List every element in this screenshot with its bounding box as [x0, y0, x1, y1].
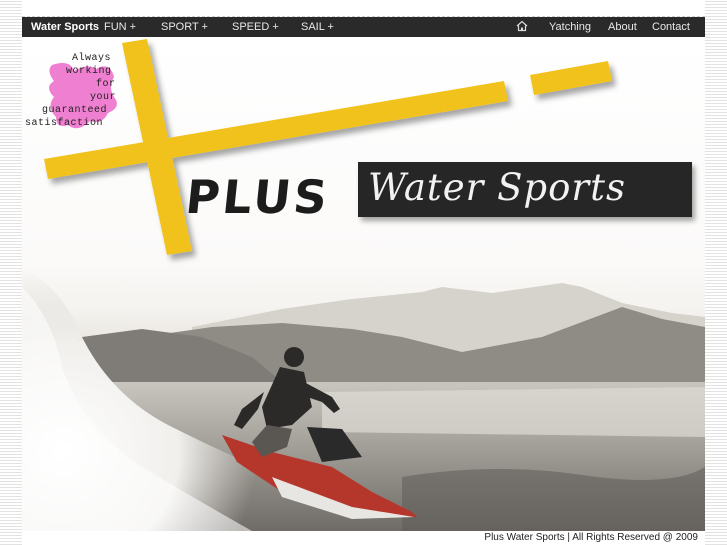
- nav-item-sail[interactable]: SAIL +: [301, 21, 334, 33]
- top-strip: [22, 0, 705, 17]
- tagline-line: satisfaction: [25, 118, 104, 129]
- nav-bar: Water Sports FUN + SPORT + SPEED + SAIL …: [22, 17, 705, 37]
- copyright-text: Plus Water Sports | All Rights Reserved …: [484, 532, 698, 543]
- footer: Plus Water Sports | All Rights Reserved …: [22, 531, 705, 545]
- logo-name-text: Water Sports: [368, 166, 626, 209]
- nav-item-sport[interactable]: SPORT +: [161, 21, 208, 33]
- nav-item-contact[interactable]: Contact: [652, 21, 690, 33]
- tagline-line: guaranteed: [42, 105, 108, 116]
- nav-item-about[interactable]: About: [608, 21, 637, 33]
- nav-item-fun[interactable]: FUN +: [104, 21, 136, 33]
- tagline-line: working: [66, 66, 112, 77]
- nav-item-speed[interactable]: SPEED +: [232, 21, 279, 33]
- logo-plus-text: PLUS: [183, 170, 333, 224]
- plus-logo-bars: [44, 39, 612, 255]
- nav-item-yatching[interactable]: Yatching: [549, 21, 591, 33]
- tagline-line: Always: [72, 53, 112, 64]
- page: Water Sports FUN + SPORT + SPEED + SAIL …: [22, 0, 705, 545]
- tagline-line: for: [96, 79, 116, 90]
- sea-highlight: [322, 387, 705, 437]
- logo-name-box: Water Sports: [358, 162, 692, 217]
- tagline: Always working for your guaranteed satis…: [22, 51, 127, 141]
- hero-banner: Always working for your guaranteed satis…: [22, 37, 705, 531]
- nav-brand-link[interactable]: Water Sports: [31, 21, 99, 33]
- home-icon[interactable]: [516, 20, 528, 32]
- tagline-line: your: [90, 92, 117, 103]
